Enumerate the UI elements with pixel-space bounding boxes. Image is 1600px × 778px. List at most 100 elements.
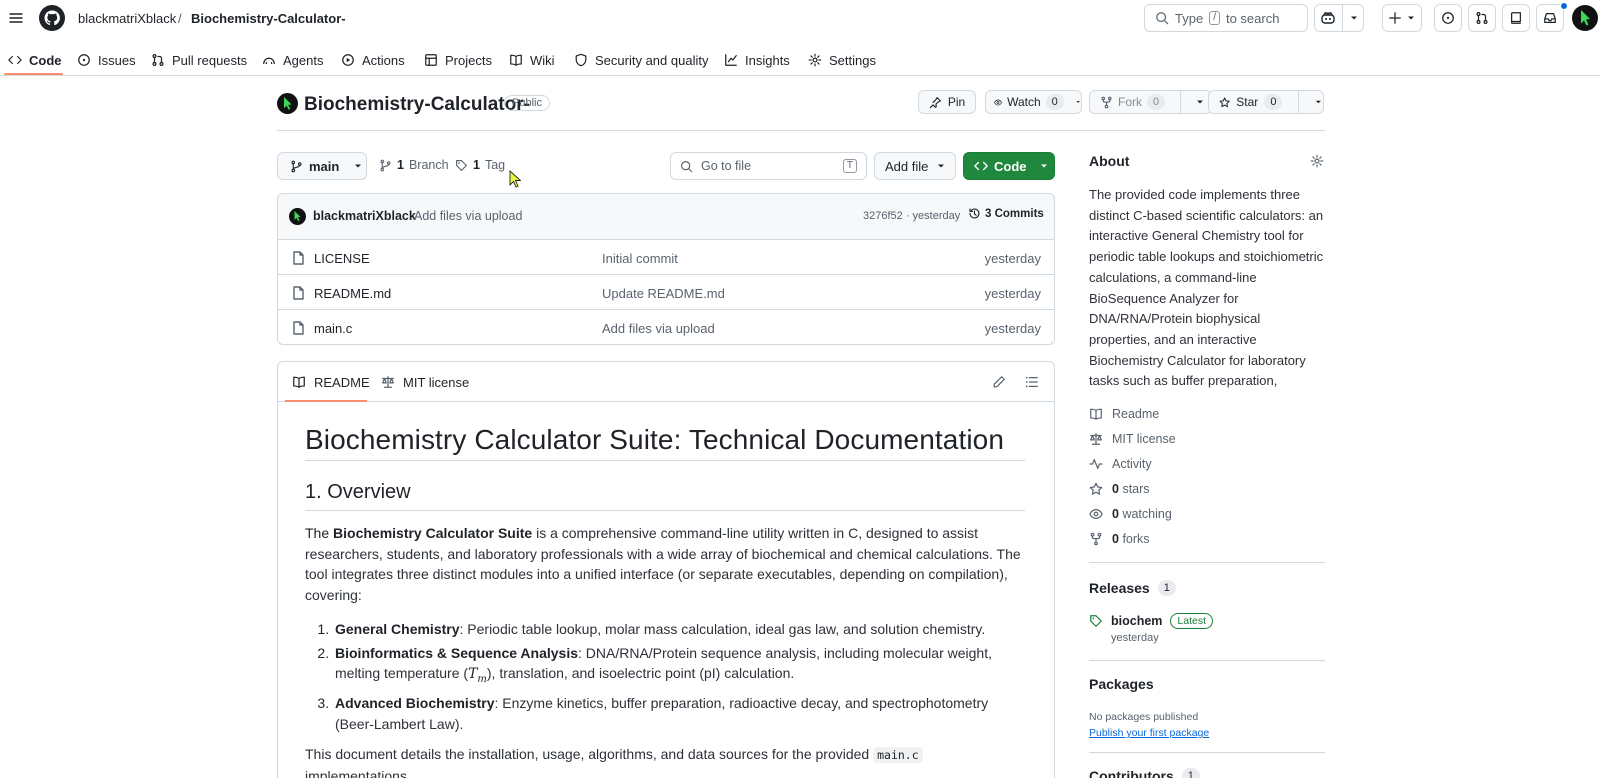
tab-security[interactable]: Security and quality [574, 46, 708, 74]
tab-projects[interactable]: Projects [424, 46, 492, 74]
tab-wiki[interactable]: Wiki [509, 46, 555, 74]
pin-button[interactable]: Pin [918, 90, 976, 114]
math-subscript: m [477, 673, 487, 685]
menu-button[interactable] [2, 4, 30, 32]
search-prefix: Type [1175, 10, 1204, 26]
stars-link[interactable]: 0 stars [1089, 482, 1150, 496]
file-name[interactable]: main.c [314, 321, 352, 336]
chevron-down-icon [355, 164, 362, 168]
add-file-button[interactable]: Add file [874, 152, 956, 180]
repositories-button[interactable] [1502, 4, 1530, 32]
file-time: yesterday [984, 286, 1041, 301]
create-new-button[interactable] [1382, 4, 1422, 32]
tag-label: Tag [484, 158, 506, 172]
releases-heading[interactable]: Releases 1 [1089, 580, 1176, 596]
table-row[interactable]: README.md Update README.md yesterday [278, 275, 1054, 310]
search-input[interactable]: Type / to search [1144, 4, 1308, 32]
release-tag[interactable]: biochem [1111, 614, 1162, 628]
commit-message[interactable]: Add files via upload [414, 209, 522, 223]
tab-pull-requests[interactable]: Pull requests [151, 46, 247, 74]
pull-request-icon [1476, 12, 1488, 24]
tab-agents[interactable]: Agents [262, 46, 323, 74]
shield-icon [575, 53, 587, 67]
releases-title: Releases [1089, 580, 1150, 596]
tab-actions[interactable]: Actions [341, 46, 405, 74]
history-icon [969, 208, 980, 219]
branches-link[interactable]: 1 Branch [379, 158, 449, 172]
readme-link-label: Readme [1112, 407, 1160, 421]
table-row[interactable]: LICENSE Initial commit yesterday [278, 240, 1054, 275]
branch-count: 1 [397, 158, 404, 172]
file-commit-message[interactable]: Update README.md [602, 286, 725, 301]
inbox-button[interactable] [1536, 2, 1568, 32]
packages-title[interactable]: Packages [1089, 676, 1154, 692]
pin-label: Pin [947, 95, 966, 109]
watch-button[interactable]: Watch 0 [985, 90, 1082, 114]
table-row[interactable]: main.c Add files via upload yesterday [278, 310, 1054, 344]
owner-link[interactable]: blackmatriXblack [78, 11, 176, 26]
file-name[interactable]: LICENSE [314, 251, 370, 266]
commits-link[interactable]: 3 Commits [968, 207, 1044, 220]
chevron-down-icon [1197, 100, 1204, 104]
forks-link[interactable]: 0 forks [1089, 532, 1150, 546]
forks-count: 0 [1112, 532, 1119, 546]
repo-nav: Code Issues Pull requests Agents Actions… [0, 42, 1600, 76]
copilot-button[interactable] [1314, 4, 1364, 32]
license-link[interactable]: MIT license [1089, 432, 1176, 446]
tab-insights[interactable]: Insights [724, 46, 790, 74]
file-commit-message[interactable]: Add files via upload [602, 321, 715, 336]
fork-button[interactable]: Fork 0 [1089, 90, 1212, 114]
chevron-down-icon [1076, 101, 1080, 103]
tags-link[interactable]: 1 Tag [455, 158, 505, 172]
fork-count: 0 [1147, 94, 1166, 110]
list-item: Bioinformatics & Sequence Analysis: DNA/… [333, 643, 1025, 691]
file-commit-message[interactable]: Initial commit [602, 251, 678, 266]
sidebar-divider [1089, 562, 1325, 563]
commit-author[interactable]: blackmatriXblack [313, 209, 416, 223]
star-icon [1089, 482, 1103, 495]
contributors-heading[interactable]: Contributors 1 [1089, 768, 1200, 778]
book-icon [510, 54, 522, 66]
branch-selector[interactable]: main [277, 152, 367, 180]
readme-intro: The Biochemistry Calculator Suite is a c… [305, 523, 1025, 605]
issues-button[interactable] [1434, 4, 1462, 32]
tab-license-label: MIT license [403, 374, 470, 390]
file-icon [293, 286, 304, 300]
commit-author-avatar[interactable] [289, 208, 306, 225]
item-text: : Periodic table lookup, molar mass calc… [459, 621, 986, 637]
activity-link[interactable]: Activity [1089, 457, 1152, 471]
commit-hash-time[interactable]: 3276f52 · yesterday [863, 210, 960, 222]
tab-settings[interactable]: Settings [808, 46, 876, 74]
star-count: 0 [1264, 94, 1283, 110]
tab-projects-label: Projects [445, 52, 492, 68]
pull-requests-button[interactable] [1468, 4, 1496, 32]
stars-label: stars [1122, 482, 1150, 496]
tab-readme[interactable]: README [292, 362, 370, 402]
file-name[interactable]: README.md [314, 286, 391, 301]
watching-link[interactable]: 0 watching [1089, 507, 1172, 521]
star-icon [1219, 96, 1230, 107]
repo-title[interactable]: Biochemistry-Calculator- [304, 94, 530, 116]
avatar[interactable] [1572, 5, 1598, 31]
repo-link[interactable]: Biochemistry-Calculator- [191, 11, 346, 26]
readme-link[interactable]: Readme [1089, 407, 1159, 421]
pencil-icon[interactable] [992, 375, 1006, 389]
go-to-file-input[interactable]: Go to file T [670, 152, 867, 180]
outline-list-icon[interactable] [1025, 375, 1039, 389]
watch-count: 0 [1045, 94, 1064, 110]
tab-license[interactable]: MIT license [381, 362, 469, 402]
gear-icon[interactable] [1310, 154, 1324, 168]
release-item[interactable]: biochem Latest [1089, 613, 1214, 629]
star-button[interactable]: Star 0 [1208, 90, 1324, 114]
book-icon [293, 376, 305, 388]
fork-icon [1090, 532, 1102, 546]
github-logo-icon[interactable] [39, 5, 65, 31]
tab-code[interactable]: Code [8, 46, 62, 74]
tab-issues[interactable]: Issues [77, 46, 136, 74]
publish-package-link[interactable]: Publish your first package [1089, 727, 1209, 739]
agents-icon [263, 57, 275, 65]
code-button[interactable]: Code [963, 152, 1055, 180]
release-time: yesterday [1111, 632, 1159, 644]
add-file-label: Add file [885, 158, 929, 174]
tab-agents-label: Agents [283, 52, 324, 68]
